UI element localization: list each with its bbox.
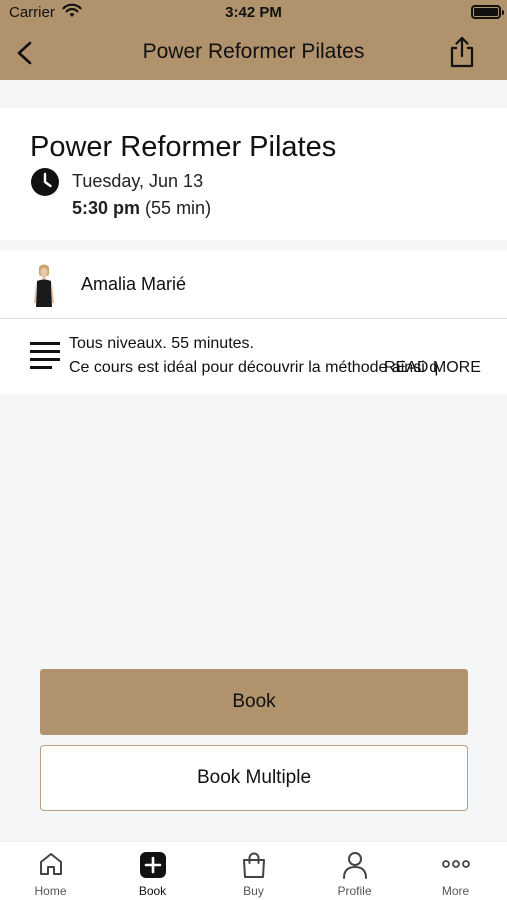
tab-buy[interactable]: Buy <box>203 842 304 900</box>
plus-square-icon <box>139 852 166 878</box>
description-line-1: Tous niveaux. 55 minutes. <box>69 335 254 352</box>
battery-icon <box>471 5 504 19</box>
tab-more-label: More <box>441 884 470 898</box>
tab-book-label: Book <box>138 884 167 898</box>
header: Carrier 3:42 PM Power Reformer Pilates <box>0 0 507 80</box>
more-dots-icon <box>441 860 470 868</box>
tab-book[interactable]: Book <box>102 842 203 900</box>
book-multiple-button[interactable]: Book Multiple <box>40 745 468 811</box>
read-more-link[interactable]: READ MORE <box>384 359 481 377</box>
description-line-2: Ce cours est idéal pour découvrir la mét… <box>69 359 439 376</box>
tab-bar: Home Book Buy Profile More <box>0 841 507 900</box>
clock-time: 3:42 PM <box>225 4 282 21</box>
duration: (55 min) <box>145 198 212 218</box>
home-icon <box>39 853 62 875</box>
class-date: Tuesday, Jun 13 <box>72 171 204 191</box>
class-title: Power Reformer Pilates <box>30 131 337 163</box>
instructor-name[interactable]: Amalia Marié <box>81 274 186 295</box>
tab-home-label: Home <box>34 884 67 898</box>
clock-icon <box>31 168 59 196</box>
book-button[interactable]: Book <box>40 669 468 735</box>
shopping-bag-icon <box>242 852 265 878</box>
divider <box>0 318 507 319</box>
share-icon[interactable] <box>447 36 477 68</box>
avatar[interactable] <box>32 263 56 309</box>
tab-profile-label: Profile <box>337 884 372 898</box>
person-icon <box>342 852 367 879</box>
tab-buy-label: Buy <box>243 884 264 898</box>
class-time: 5:30 pm (55 min) <box>72 198 211 219</box>
status-bar: Carrier 3:42 PM <box>0 0 507 26</box>
tab-profile[interactable]: Profile <box>304 842 405 900</box>
start-time: 5:30 pm <box>72 198 141 218</box>
tab-home[interactable]: Home <box>0 842 101 900</box>
tab-more[interactable]: More <box>405 842 506 900</box>
text-lines-icon <box>30 342 60 369</box>
page-title: Power Reformer Pilates <box>142 40 365 63</box>
